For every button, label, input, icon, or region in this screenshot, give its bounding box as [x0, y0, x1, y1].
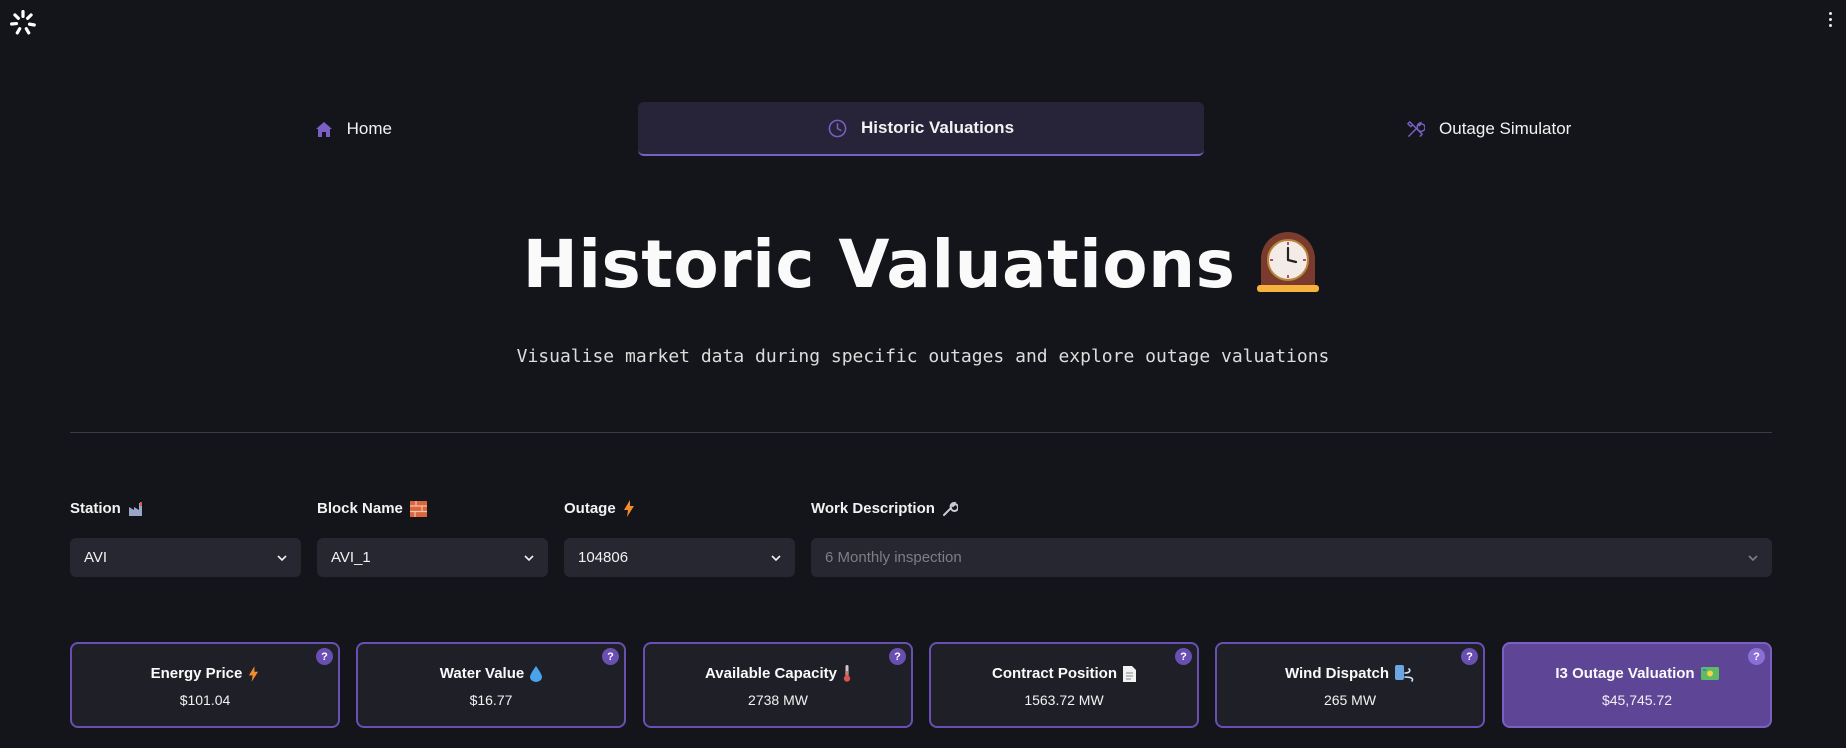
station-select[interactable]: AVI [70, 538, 301, 577]
metric-value: 2738 MW [748, 692, 808, 708]
tab-home[interactable]: Home [70, 102, 637, 156]
lightning-icon [623, 500, 634, 517]
metric-value: $45,745.72 [1601, 692, 1673, 708]
work-description-label: Work Description [811, 500, 958, 517]
help-icon[interactable]: ? [316, 648, 333, 665]
factory-icon [128, 501, 142, 516]
mantelpiece-clock-icon [1253, 229, 1323, 311]
chevron-down-icon [771, 554, 781, 561]
block-name-select[interactable]: AVI_1 [317, 538, 548, 577]
metric-card-wind-dispatch: ? Wind Dispatch 265 MW [1215, 642, 1485, 728]
metric-card-i3-outage-valuation: ? I3 Outage Valuation $45,745.72 [1502, 642, 1772, 728]
document-icon [1123, 665, 1136, 682]
wrench-icon [942, 501, 958, 516]
metric-card-available-capacity: ? Available Capacity 2738 MW [643, 642, 913, 728]
brick-icon [409, 500, 427, 517]
metric-label: Wind Dispatch [1284, 665, 1390, 682]
app-logo [8, 8, 38, 38]
tab-historic-label: Historic Valuations [860, 118, 1015, 137]
chevron-down-icon [277, 554, 287, 561]
station-label: Station [70, 500, 146, 517]
tab-historic-valuations[interactable]: Historic Valuations [637, 102, 1205, 156]
metric-label: Available Capacity [704, 665, 837, 682]
metric-value: 1563.72 MW [1024, 692, 1104, 708]
lightning-icon [249, 665, 259, 682]
metric-card-energy-price: ? Energy Price $101.04 [70, 642, 340, 728]
work-description-select: 6 Monthly inspection [811, 538, 1772, 577]
page-subtitle: Visualise market data during specific ou… [516, 346, 1330, 367]
help-icon[interactable]: ? [1461, 648, 1478, 665]
chevron-down-icon [1748, 554, 1758, 561]
metric-label: Contract Position [991, 665, 1117, 682]
divider [70, 432, 1772, 433]
metric-label: Water Value [439, 665, 525, 682]
help-icon[interactable]: ? [602, 648, 619, 665]
metric-value: 265 MW [1323, 692, 1377, 708]
page-navigation: Home Historic Valuations Outage Simulato… [70, 102, 1772, 156]
metric-card-contract-position: ? Contract Position 1563.72 MW [929, 642, 1199, 728]
thermometer-icon [843, 665, 851, 682]
help-icon[interactable]: ? [889, 648, 906, 665]
help-icon[interactable]: ? [1175, 648, 1192, 665]
outage-select[interactable]: 104806 [564, 538, 795, 577]
help-icon[interactable]: ? [1748, 648, 1765, 665]
tab-simulator-label: Outage Simulator [1439, 119, 1572, 138]
metric-card-water-value: ? Water Value $16.77 [356, 642, 626, 728]
metric-value: $101.04 [179, 692, 231, 708]
money-icon [1700, 667, 1719, 680]
tab-outage-simulator[interactable]: Outage Simulator [1205, 102, 1772, 156]
clock-icon [828, 119, 847, 137]
block-name-label: Block Name [317, 500, 427, 517]
outage-label: Outage [564, 500, 635, 517]
tools-icon [1406, 120, 1426, 137]
wind-icon [1395, 665, 1414, 682]
droplet-icon [530, 665, 543, 682]
tab-home-label: Home [346, 119, 393, 138]
page-title: Historic Valuations [0, 226, 1846, 311]
metric-value: $16.77 [469, 692, 513, 708]
main-menu-icon[interactable] [1829, 12, 1832, 27]
metric-label: I3 Outage Valuation [1555, 665, 1695, 682]
home-icon [315, 121, 332, 137]
metric-label: Energy Price [150, 665, 243, 682]
chevron-down-icon [524, 554, 534, 561]
